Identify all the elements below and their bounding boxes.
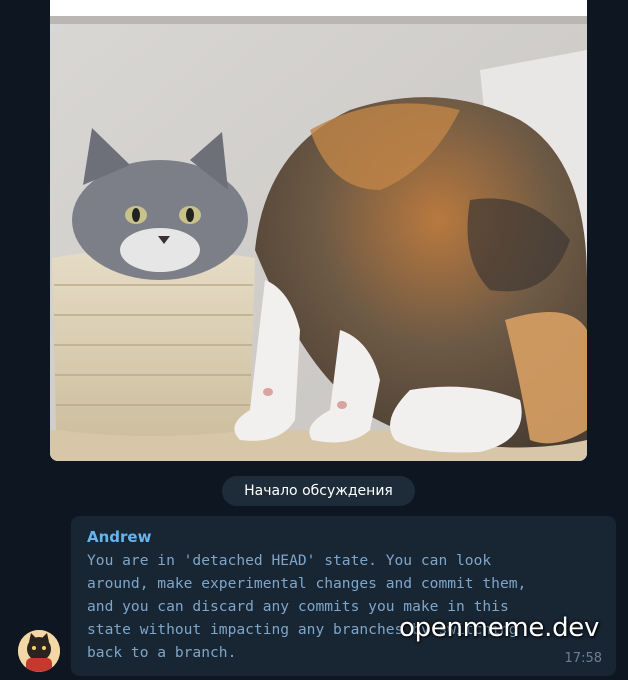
sender-name[interactable]: Andrew <box>87 528 151 546</box>
discussion-start-badge[interactable]: Начало обсуждения <box>222 476 415 506</box>
message-bubble: Andrew You are in 'detached HEAD' state.… <box>71 516 616 676</box>
watermark: openmeme.dev <box>399 613 600 643</box>
cats-photo-image <box>50 0 587 461</box>
sender-avatar[interactable] <box>18 630 60 672</box>
message-timestamp: 17:58 <box>564 651 602 666</box>
avatar-icon <box>18 630 60 672</box>
message-text: You are in 'detached HEAD' state. You ca… <box>87 552 527 661</box>
message-photo[interactable] <box>50 0 587 461</box>
